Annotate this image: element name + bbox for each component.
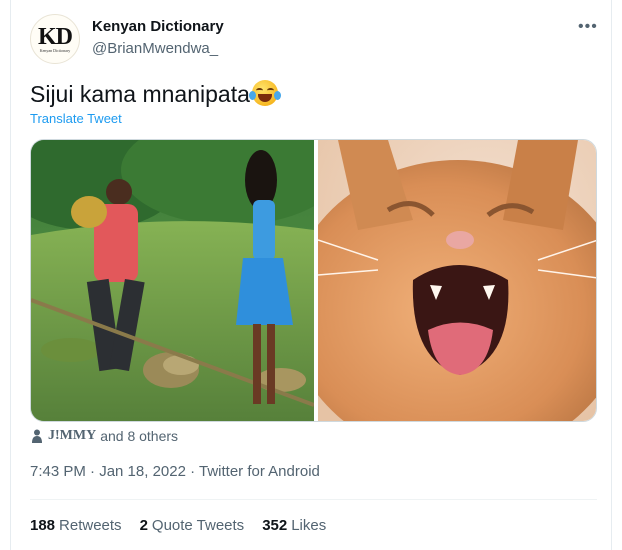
tweet-image-field-scene[interactable] xyxy=(31,140,314,421)
likes-label: Likes xyxy=(291,517,327,534)
quote-tweets-stat[interactable]: 2 Quote Tweets xyxy=(140,517,245,534)
stats-divider xyxy=(30,499,597,500)
tweet-timestamp[interactable]: 7:43 PM · Jan 18, 2022 · Twitter for And… xyxy=(30,463,320,480)
avatar-logo-subtext: Kenyan Dictionary xyxy=(39,47,71,53)
retweets-stat[interactable]: 188 Retweets xyxy=(30,517,122,534)
face-with-tears-of-joy-icon xyxy=(248,80,281,106)
person-icon xyxy=(32,429,42,443)
likes-stat[interactable]: 352 Likes xyxy=(262,517,326,534)
liked-by-others[interactable]: and 8 others xyxy=(100,428,178,444)
tweet-media xyxy=(30,139,597,422)
tweet-text-block: Sijui kama mnanipata xyxy=(30,80,281,108)
retweets-label: Retweets xyxy=(59,517,122,534)
tweet-image-crying-kitten[interactable] xyxy=(318,140,596,421)
avatar-logo-text: KD xyxy=(38,23,73,50)
avatar[interactable]: KD Kenyan Dictionary xyxy=(30,14,80,64)
display-name[interactable]: Kenyan Dictionary xyxy=(92,18,224,35)
kitten-illustration xyxy=(318,140,596,421)
quote-tweets-count: 2 xyxy=(139,517,148,534)
liked-by-row[interactable]: J!MMY and 8 others xyxy=(32,428,178,444)
likes-count: 352 xyxy=(262,517,288,534)
tweet-text: Sijui kama mnanipata xyxy=(30,81,250,107)
retweets-count: 188 xyxy=(30,517,56,534)
quote-tweets-label: Quote Tweets xyxy=(151,517,245,534)
liked-by-first-name[interactable]: J!MMY xyxy=(48,428,96,444)
translate-tweet-link[interactable]: Translate Tweet xyxy=(30,111,122,126)
tweet-stats: 188 Retweets 2 Quote Tweets 352 Likes xyxy=(30,517,344,534)
user-handle[interactable]: @BrianMwendwa_ xyxy=(92,40,218,57)
more-icon[interactable]: ••• xyxy=(578,18,598,36)
field-scene-illustration xyxy=(31,140,314,421)
